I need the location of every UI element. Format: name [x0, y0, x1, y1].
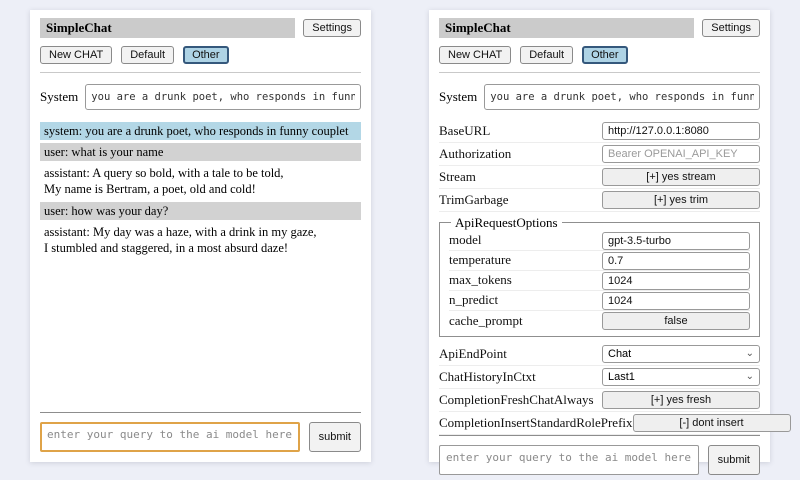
system-prompt-input[interactable] [484, 84, 760, 110]
setting-row-n-predict: n_predict [449, 291, 750, 311]
model-input[interactable] [602, 232, 750, 250]
settings-button[interactable]: Settings [702, 19, 760, 37]
system-prompt-label: System [439, 84, 477, 105]
chat-history-select[interactable]: Last1 ⌄ [602, 368, 760, 386]
temperature-label: temperature [449, 252, 602, 268]
app-title: SimpleChat [439, 18, 694, 38]
trimgarbage-label: TrimGarbage [439, 192, 602, 208]
chat-scroll-area [40, 260, 361, 412]
system-prompt-row: System [40, 84, 361, 110]
setting-row-stream: Stream [+] yes stream [439, 166, 760, 189]
session-tab-other[interactable]: Other [183, 46, 229, 64]
setting-row-api-endpoint: ApiEndPoint Chat ⌄ [439, 343, 760, 366]
app-title: SimpleChat [40, 18, 295, 38]
authorization-input[interactable] [602, 145, 760, 163]
baseurl-label: BaseURL [439, 123, 602, 139]
trimgarbage-toggle-button[interactable]: [+] yes trim [602, 191, 760, 209]
api-endpoint-selected-value: Chat [608, 348, 631, 360]
baseurl-input[interactable] [602, 122, 760, 140]
footer-divider [439, 435, 760, 436]
cache-prompt-label: cache_prompt [449, 313, 602, 329]
max-tokens-label: max_tokens [449, 272, 602, 288]
system-prompt-input[interactable] [85, 84, 361, 110]
chat-panel: SimpleChat Settings New CHAT Default Oth… [30, 10, 371, 462]
system-prompt-label: System [40, 84, 78, 105]
session-tab-default[interactable]: Default [121, 46, 174, 64]
setting-row-authorization: Authorization [439, 143, 760, 166]
session-toolbar: New CHAT Default Other [439, 46, 760, 64]
setting-row-baseurl: BaseURL [439, 120, 760, 143]
max-tokens-input[interactable] [602, 272, 750, 290]
setting-row-trimgarbage: TrimGarbage [+] yes trim [439, 189, 760, 212]
completion-fresh-label: CompletionFreshChatAlways [439, 392, 602, 408]
submit-button[interactable]: submit [309, 422, 361, 452]
n-predict-input[interactable] [602, 292, 750, 310]
session-tab-other[interactable]: Other [582, 46, 628, 64]
query-footer: submit [439, 445, 760, 475]
n-predict-label: n_predict [449, 292, 602, 308]
query-textarea[interactable] [439, 445, 699, 475]
chevron-down-icon: ⌄ [746, 374, 754, 380]
message-user: user: what is your name [40, 143, 361, 161]
new-chat-button[interactable]: New CHAT [439, 46, 511, 64]
settings-button[interactable]: Settings [303, 19, 361, 37]
setting-row-chat-history: ChatHistoryInCtxt Last1 ⌄ [439, 366, 760, 389]
settings-panel: SimpleChat Settings New CHAT Default Oth… [429, 10, 770, 462]
authorization-label: Authorization [439, 146, 602, 162]
cache-prompt-toggle-button[interactable]: false [602, 312, 750, 330]
new-chat-button[interactable]: New CHAT [40, 46, 112, 64]
completion-fresh-toggle-button[interactable]: [+] yes fresh [602, 391, 760, 409]
header-divider [439, 72, 760, 73]
setting-row-model: model [449, 231, 750, 251]
submit-button[interactable]: submit [708, 445, 760, 475]
setting-row-max-tokens: max_tokens [449, 271, 750, 291]
chat-history-label: ChatHistoryInCtxt [439, 369, 602, 385]
temperature-input[interactable] [602, 252, 750, 270]
chat-messages: system: you are a drunk poet, who respon… [40, 122, 361, 261]
completion-insert-label: CompletionInsertStandardRolePrefix [439, 415, 633, 431]
header: SimpleChat Settings [40, 18, 361, 38]
setting-row-cache-prompt: cache_prompt false [449, 311, 750, 331]
system-prompt-row: System [439, 84, 760, 110]
header-divider [40, 72, 361, 73]
api-request-options-fieldset: ApiRequestOptions model temperature max_… [439, 215, 760, 337]
footer-divider [40, 412, 361, 413]
header: SimpleChat Settings [439, 18, 760, 38]
api-endpoint-select[interactable]: Chat ⌄ [602, 345, 760, 363]
query-textarea[interactable] [40, 422, 300, 452]
model-label: model [449, 232, 602, 248]
message-assistant: assistant: A query so bold, with a tale … [40, 164, 361, 199]
session-toolbar: New CHAT Default Other [40, 46, 361, 64]
api-request-options-legend: ApiRequestOptions [451, 215, 562, 231]
setting-row-temperature: temperature [449, 251, 750, 271]
stream-label: Stream [439, 169, 602, 185]
setting-row-completion-fresh: CompletionFreshChatAlways [+] yes fresh [439, 389, 760, 412]
session-tab-default[interactable]: Default [520, 46, 573, 64]
setting-row-completion-insert: CompletionInsertStandardRolePrefix [-] d… [439, 412, 760, 435]
message-user: user: how was your day? [40, 202, 361, 220]
stream-toggle-button[interactable]: [+] yes stream [602, 168, 760, 186]
chat-history-selected-value: Last1 [608, 371, 635, 383]
completion-insert-toggle-button[interactable]: [-] dont insert [633, 414, 791, 432]
api-endpoint-label: ApiEndPoint [439, 346, 602, 362]
message-system: system: you are a drunk poet, who respon… [40, 122, 361, 140]
query-footer: submit [40, 422, 361, 452]
message-assistant: assistant: My day was a haze, with a dri… [40, 223, 361, 258]
chevron-down-icon: ⌄ [746, 351, 754, 357]
